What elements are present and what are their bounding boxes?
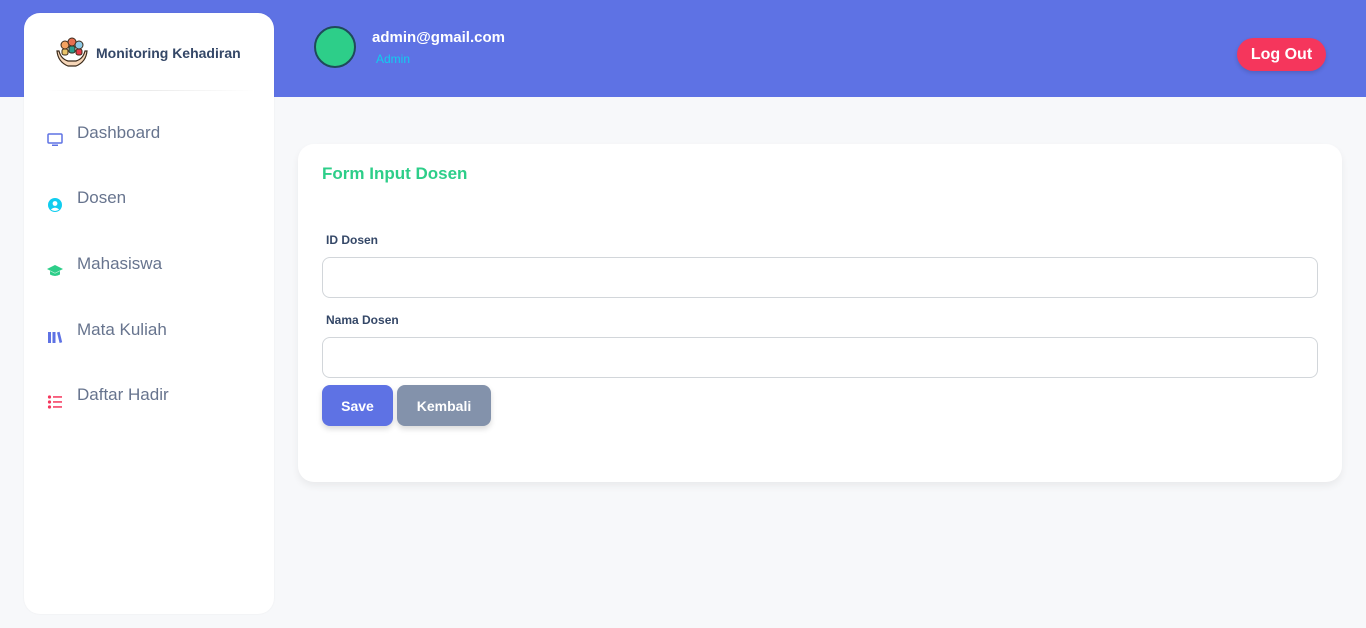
sidebar-item-mata-kuliah[interactable]: Mata Kuliah [46, 318, 167, 348]
user-role: Admin [376, 52, 411, 66]
brand-name: Monitoring Kehadiran [96, 45, 241, 61]
logout-button[interactable]: Log Out [1237, 38, 1326, 71]
divider [44, 90, 256, 91]
hands-people-logo-icon [56, 37, 88, 67]
nama-dosen-input[interactable] [322, 337, 1318, 378]
graduation-cap-icon [46, 262, 64, 280]
sidebar-item-label: Mahasiswa [77, 254, 163, 273]
sidebar-item-label: Dosen [77, 188, 127, 207]
nama-dosen-label: Nama Dosen [326, 313, 399, 327]
avatar[interactable] [314, 26, 356, 68]
sidebar-item-label: Dashboard [77, 123, 161, 142]
kembali-button[interactable]: Kembali [397, 385, 491, 426]
list-icon [46, 393, 64, 411]
id-dosen-label: ID Dosen [326, 233, 379, 247]
books-icon [46, 328, 64, 346]
save-button[interactable]: Save [322, 385, 393, 426]
sidebar-item-dosen[interactable]: Dosen [46, 186, 126, 216]
user-email: admin@gmail.com [372, 29, 505, 46]
sidebar-item-label: Mata Kuliah [77, 320, 167, 339]
sidebar-item-dashboard[interactable]: Dashboard [46, 121, 160, 151]
id-dosen-input[interactable] [322, 257, 1318, 298]
brand[interactable]: Monitoring Kehadiran [54, 35, 241, 71]
sidebar-item-label: Daftar Hadir [77, 385, 169, 404]
form-card: Form Input Dosen ID Dosen Nama Dosen Sav… [298, 144, 1342, 482]
sidebar-item-mahasiswa[interactable]: Mahasiswa [46, 252, 162, 282]
user-circle-icon [46, 196, 64, 214]
form-title: Form Input Dosen [322, 164, 468, 183]
sidebar: Monitoring Kehadiran Dashboard Dosen Mah… [24, 13, 274, 614]
monitor-icon [46, 131, 64, 149]
sidebar-item-daftar-hadir[interactable]: Daftar Hadir [46, 383, 169, 413]
